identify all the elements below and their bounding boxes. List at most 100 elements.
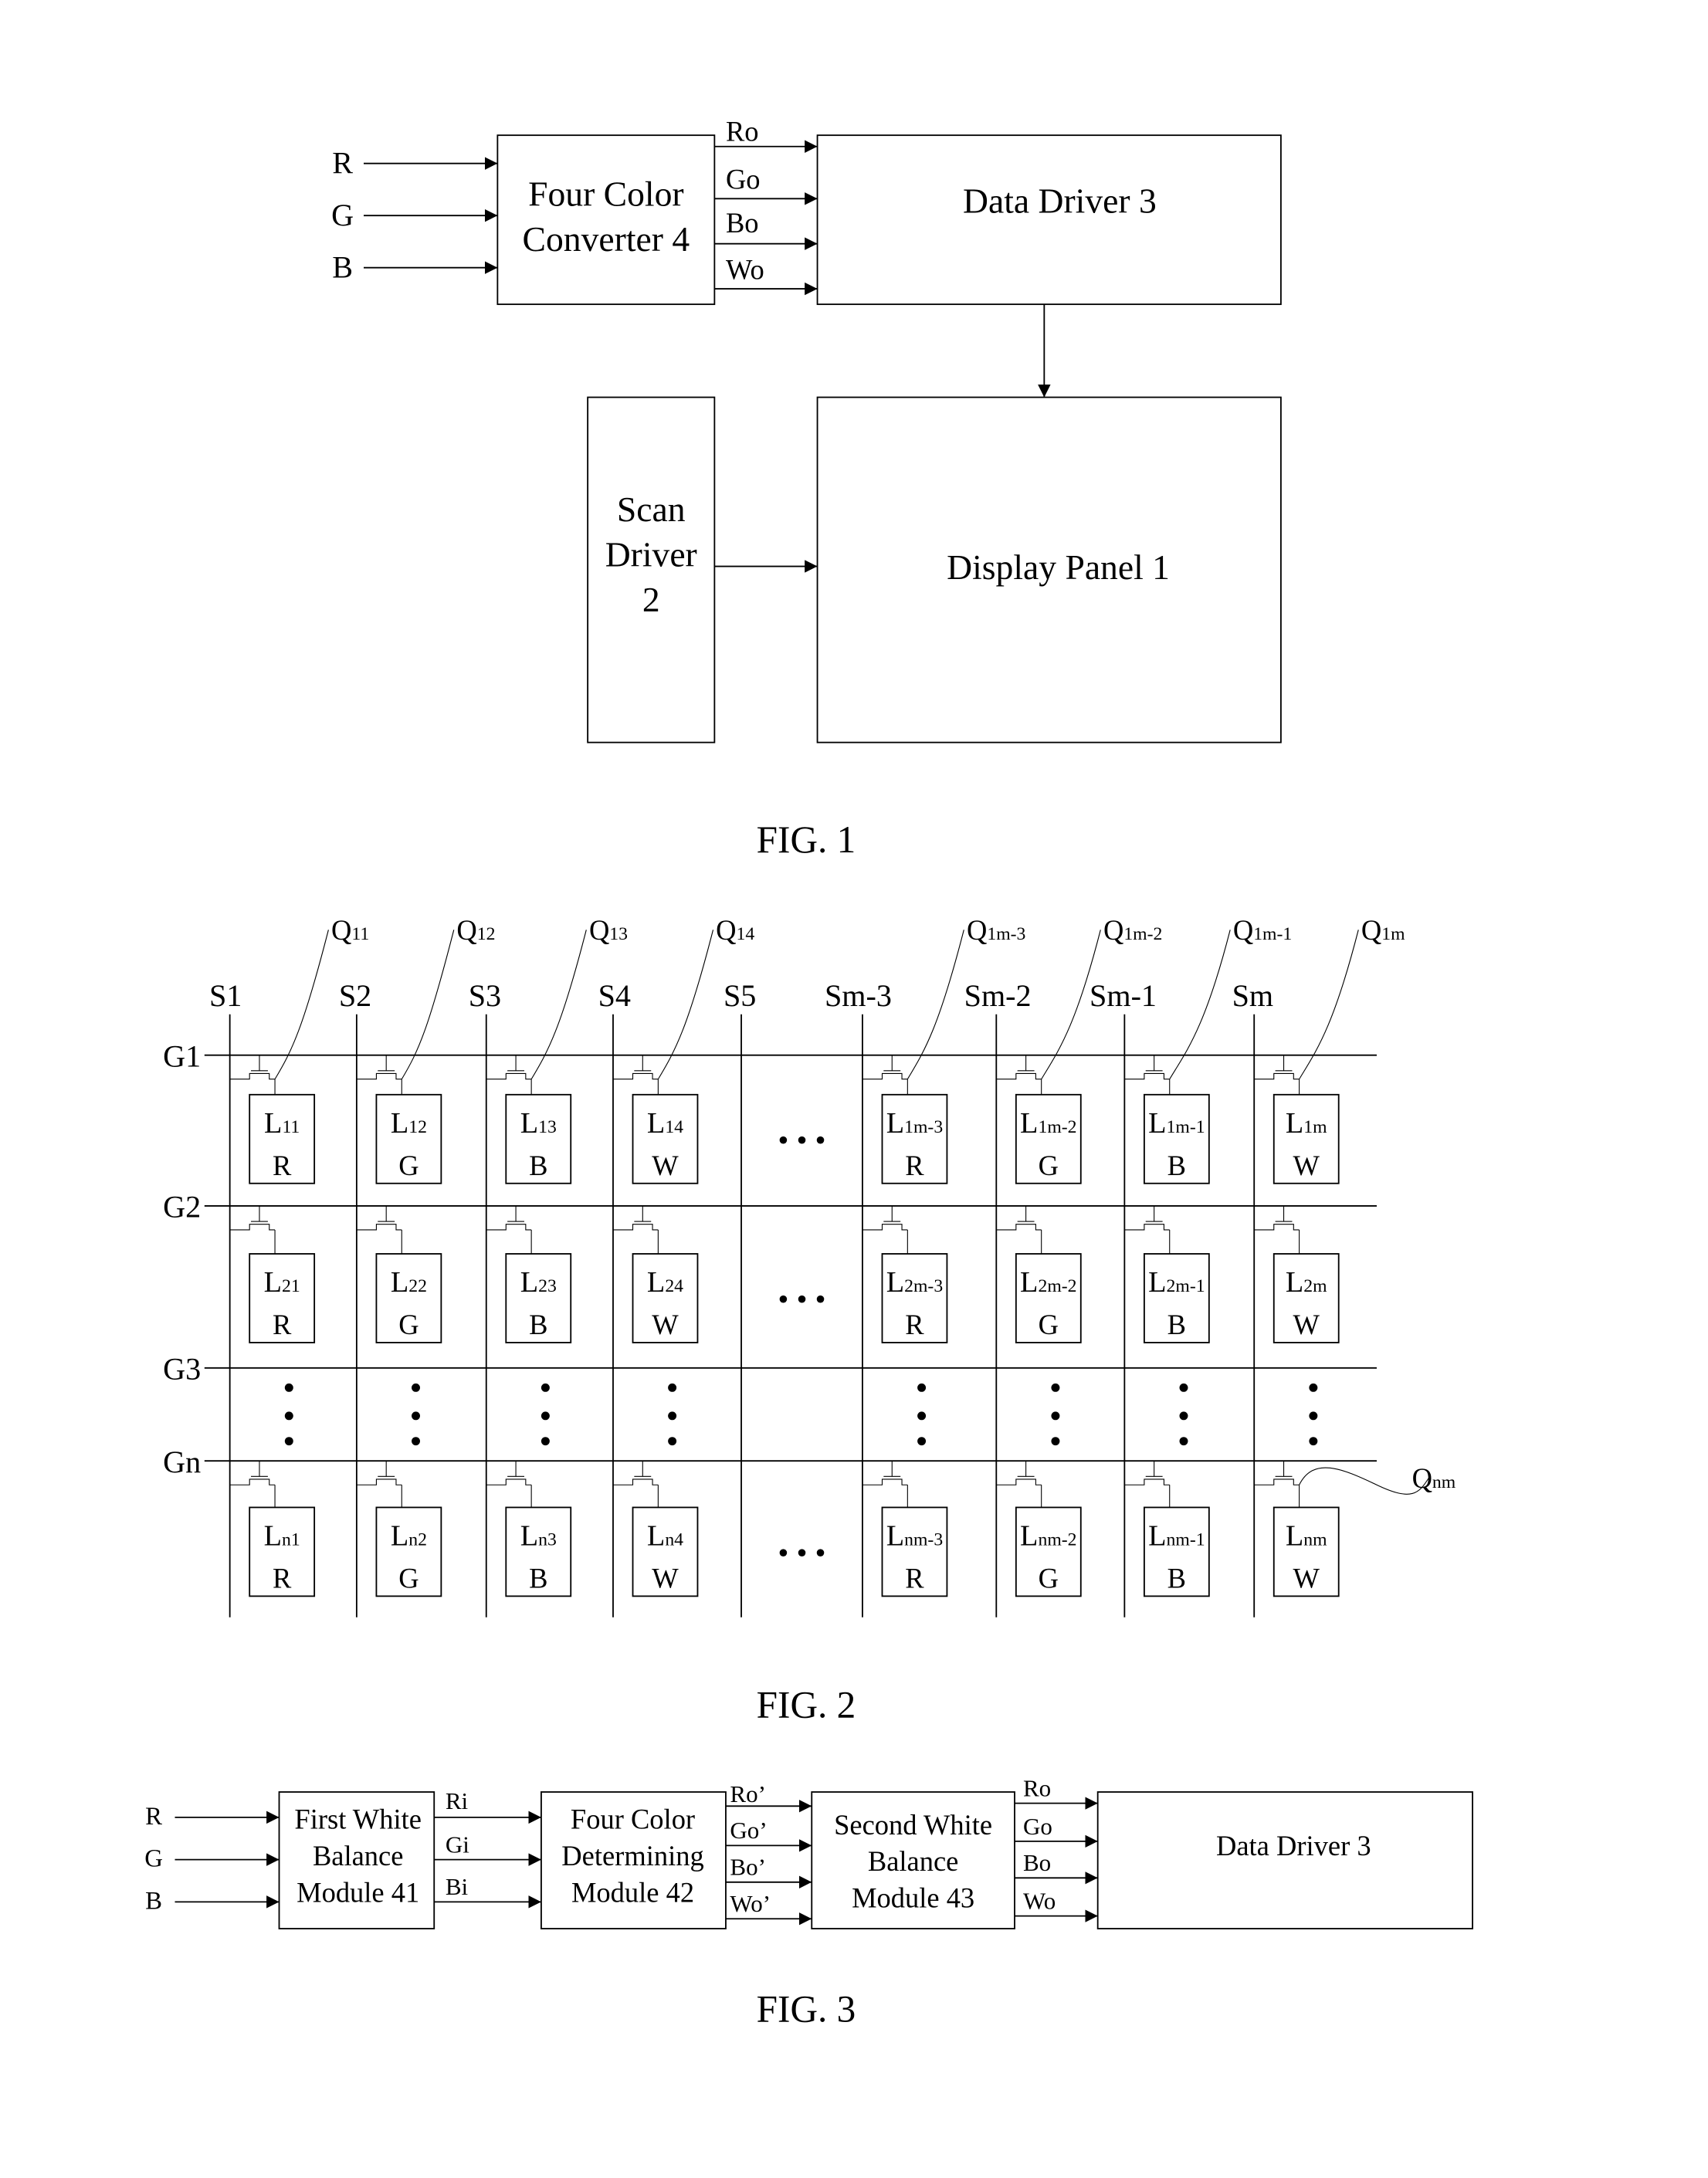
pixel-color-label: B bbox=[529, 1150, 547, 1181]
signal-ri-label: Ri bbox=[446, 1787, 469, 1814]
transistor-leader bbox=[274, 930, 329, 1080]
fig1-caption: FIG. 1 bbox=[757, 818, 856, 861]
row-ellipsis-dot bbox=[284, 1411, 293, 1421]
module41-line1: First White bbox=[294, 1803, 422, 1834]
fig3-input-b-label: B bbox=[145, 1887, 162, 1915]
scan-driver-label-line3: 2 bbox=[642, 580, 660, 619]
signal-ro-prime-label: Ro’ bbox=[730, 1780, 766, 1807]
row-ellipsis-dot bbox=[668, 1411, 677, 1421]
transistor bbox=[356, 1479, 402, 1485]
transistor bbox=[229, 1479, 276, 1485]
column-ellipsis: • • • bbox=[778, 1282, 825, 1316]
source-line-label: S4 bbox=[598, 978, 631, 1013]
fig3-input-r-label: R bbox=[145, 1803, 162, 1831]
transistor-label: Q11 bbox=[331, 914, 369, 946]
module42-line1: Four Color bbox=[571, 1803, 695, 1834]
pixel-color-label: G bbox=[398, 1309, 419, 1340]
pixel-color-label: G bbox=[1039, 1150, 1059, 1181]
source-line-label: S1 bbox=[209, 978, 242, 1013]
fig3: R G B First White Balance Module 41 Ri G… bbox=[144, 1775, 1473, 2030]
transistor-leader-nm bbox=[1299, 1467, 1429, 1495]
transistor bbox=[356, 1224, 402, 1231]
module42-line3: Module 42 bbox=[571, 1876, 694, 1908]
transistor bbox=[1254, 1072, 1300, 1080]
pixel-color-label: B bbox=[529, 1309, 547, 1340]
pixel-color-label: B bbox=[1167, 1562, 1186, 1594]
transistor bbox=[862, 1072, 908, 1080]
signal-go-prime-label: Go’ bbox=[730, 1817, 767, 1844]
module41-line2: Balance bbox=[313, 1840, 404, 1871]
transistor-label: Q14 bbox=[716, 914, 754, 946]
row-ellipsis-dot bbox=[1309, 1411, 1318, 1421]
pixel-color-label: W bbox=[1293, 1150, 1320, 1181]
output-ro-label: Ro bbox=[726, 115, 759, 147]
pixel-color-label: W bbox=[652, 1309, 679, 1340]
transistor bbox=[486, 1072, 532, 1080]
row-ellipsis-dot bbox=[541, 1411, 550, 1421]
transistor bbox=[1124, 1479, 1170, 1485]
row-ellipsis-dot bbox=[1309, 1437, 1318, 1446]
transistor bbox=[612, 1072, 659, 1080]
pixel-color-label: B bbox=[1167, 1309, 1186, 1340]
source-line-label: Sm-2 bbox=[964, 978, 1032, 1013]
gate-line-label: Gn bbox=[163, 1445, 201, 1479]
transistor bbox=[486, 1224, 532, 1231]
transistor-leader bbox=[1169, 930, 1231, 1080]
transistor-leader bbox=[1299, 930, 1359, 1080]
transistor bbox=[862, 1224, 908, 1231]
source-line-label: S3 bbox=[469, 978, 501, 1013]
row-ellipsis-dot bbox=[1179, 1411, 1188, 1421]
signal-go-label: Go bbox=[1023, 1813, 1052, 1840]
module43-line3: Module 43 bbox=[852, 1882, 974, 1914]
transistor-leader bbox=[907, 930, 964, 1080]
pixel-color-label: R bbox=[273, 1562, 292, 1594]
transistor-leader bbox=[530, 930, 587, 1080]
row-ellipsis-dot bbox=[1051, 1411, 1060, 1421]
row-ellipsis-dot bbox=[1051, 1437, 1060, 1446]
transistor-label: Q1m-1 bbox=[1233, 914, 1292, 946]
row-ellipsis-dot bbox=[284, 1383, 293, 1392]
transistor bbox=[612, 1479, 659, 1485]
pixel-color-label: R bbox=[905, 1562, 924, 1594]
row-ellipsis-dot bbox=[412, 1411, 420, 1421]
row-ellipsis-dot bbox=[541, 1437, 550, 1446]
output-bo-label: Bo bbox=[726, 207, 759, 239]
row-ellipsis-dot bbox=[668, 1437, 677, 1446]
transistor-label: Q1m-2 bbox=[1103, 914, 1162, 946]
fig3-caption: FIG. 3 bbox=[757, 1987, 856, 2030]
converter-label-line2: Converter 4 bbox=[523, 219, 690, 259]
row-ellipsis-dot bbox=[917, 1437, 927, 1446]
pixel-color-label: W bbox=[652, 1150, 679, 1181]
transistor bbox=[612, 1224, 659, 1231]
pixel-color-label: G bbox=[398, 1562, 419, 1594]
display-panel-label: Display Panel 1 bbox=[947, 547, 1170, 587]
transistor bbox=[229, 1072, 276, 1080]
transistor bbox=[356, 1072, 402, 1080]
transistor-leader bbox=[401, 930, 455, 1080]
transistor bbox=[486, 1479, 532, 1485]
source-line-label: Sm bbox=[1232, 978, 1274, 1013]
row-ellipsis-dot bbox=[1309, 1383, 1318, 1392]
fig1-inputs: R G B bbox=[331, 145, 498, 284]
row-ellipsis-dot bbox=[668, 1383, 677, 1392]
row-ellipsis-dot bbox=[1179, 1383, 1188, 1392]
transistor bbox=[862, 1479, 908, 1485]
transistor bbox=[229, 1224, 276, 1231]
output-go-label: Go bbox=[726, 164, 761, 195]
fig2-pixel-array: FIG. 2 S1 S2 S3 S4 S5 Sm-3 Sm-2 Sm-1 SmG1G2G3GnL… bbox=[163, 914, 1456, 1726]
input-r-label: R bbox=[332, 145, 353, 180]
transistor bbox=[1254, 1479, 1300, 1485]
transistor bbox=[1124, 1224, 1170, 1231]
fig3-data-driver-label: Data Driver 3 bbox=[1216, 1830, 1371, 1861]
row-ellipsis-dot bbox=[412, 1437, 420, 1446]
input-b-label: B bbox=[332, 249, 353, 284]
source-line-label: Sm-3 bbox=[825, 978, 892, 1013]
signal-ro-label: Ro bbox=[1023, 1775, 1051, 1802]
transistor bbox=[1124, 1072, 1170, 1080]
module43-line2: Balance bbox=[868, 1845, 959, 1877]
transistor bbox=[996, 1072, 1042, 1080]
row-ellipsis-dot bbox=[412, 1383, 420, 1392]
output-wo-label: Wo bbox=[726, 253, 764, 285]
pixel-color-label: R bbox=[273, 1150, 292, 1181]
module43-line1: Second White bbox=[834, 1809, 992, 1841]
